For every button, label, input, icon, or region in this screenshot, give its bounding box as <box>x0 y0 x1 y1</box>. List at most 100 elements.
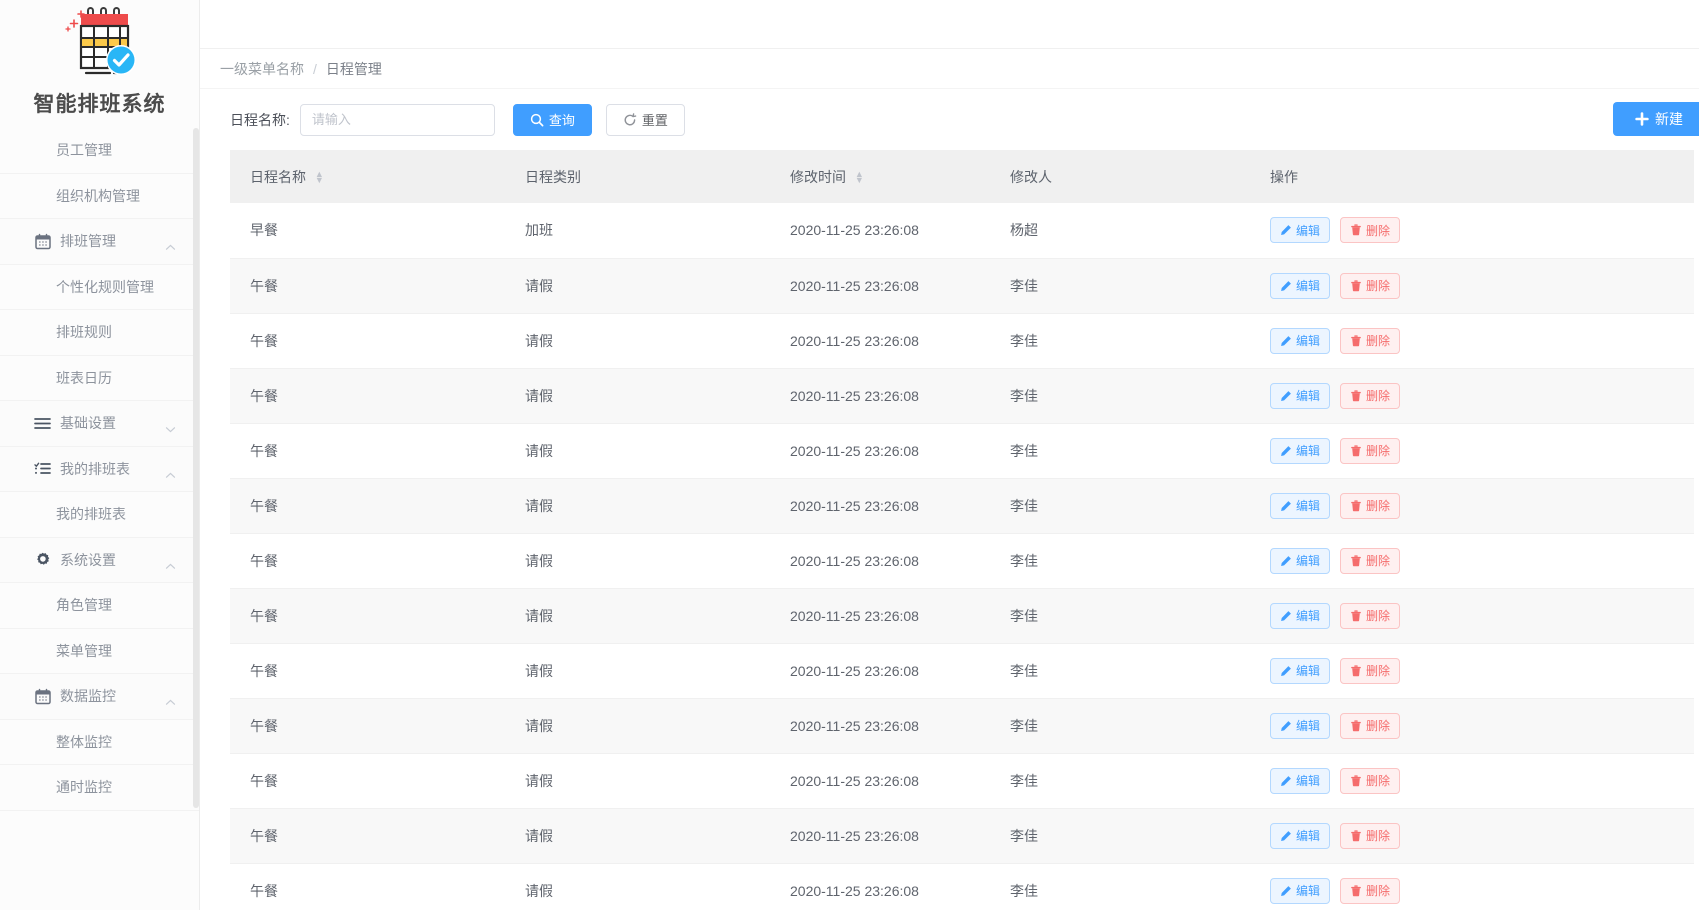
new-button[interactable]: 新建 <box>1613 102 1699 136</box>
sort-toggle-icon[interactable]: ▲ ▼ <box>855 169 864 184</box>
table-row: 午餐 请假 2020-11-25 23:26:08 李佳 编辑 删除 <box>230 258 1694 314</box>
delete-button[interactable]: 删除 <box>1340 437 1401 464</box>
cell-modified-time: 2020-11-25 23:26:08 <box>770 863 990 910</box>
table-row: 午餐 请假 2020-11-25 23:26:08 李佳 编辑 删除 <box>230 423 1694 479</box>
sidebar-item-menu-management[interactable]: 菜单管理 <box>0 628 199 674</box>
cell-schedule-category: 请假 <box>505 863 770 910</box>
delete-button[interactable]: 删除 <box>1340 272 1401 299</box>
delete-button[interactable]: 删除 <box>1340 602 1401 629</box>
breadcrumb-parent[interactable]: 一级菜单名称 <box>220 59 304 79</box>
sidebar-group-system-settings[interactable]: 系统设置 <box>0 537 199 583</box>
sidebar-item-shift-calendar[interactable]: 班表日历 <box>0 355 199 401</box>
delete-button[interactable]: 删除 <box>1340 877 1401 904</box>
pencil-icon <box>1280 885 1292 897</box>
edit-button[interactable]: 编辑 <box>1270 217 1331 244</box>
cell-modified-time: 2020-11-25 23:26:08 <box>770 533 990 589</box>
sidebar-item-role-management[interactable]: 角色管理 <box>0 583 199 629</box>
cell-schedule-category: 加班 <box>505 203 770 259</box>
delete-button-label: 删除 <box>1366 223 1391 238</box>
pencil-icon <box>1280 280 1292 292</box>
sidebar-item-label: 角色管理 <box>56 597 112 614</box>
delete-button[interactable]: 删除 <box>1340 547 1401 574</box>
cell-modifier: 李佳 <box>990 643 1250 699</box>
edit-button[interactable]: 编辑 <box>1270 767 1331 794</box>
reset-button[interactable]: 重置 <box>605 103 685 136</box>
chevron-up-icon[interactable] <box>164 469 177 482</box>
cell-schedule-category: 请假 <box>505 643 770 699</box>
delete-button[interactable]: 删除 <box>1340 712 1401 739</box>
sidebar-item-custom-rule-management[interactable]: 个性化规则管理 <box>0 264 199 310</box>
cell-modifier: 李佳 <box>990 478 1250 534</box>
schedule-table: 日程名称 ▲ ▼ 日程类别 修改时间 ▲ ▼ 修改人 操作 早餐 加班 2020… <box>230 150 1694 910</box>
sidebar-scrollbar[interactable] <box>193 128 199 808</box>
edit-button[interactable]: 编辑 <box>1270 712 1331 739</box>
edit-button[interactable]: 编辑 <box>1270 492 1331 519</box>
edit-button-label: 编辑 <box>1296 664 1321 678</box>
trash-icon <box>1350 224 1362 236</box>
cell-operations: 编辑 删除 <box>1250 203 1694 259</box>
column-header-name[interactable]: 日程名称 ▲ ▼ <box>230 150 505 203</box>
delete-button[interactable]: 删除 <box>1340 657 1401 684</box>
sidebar-item-org-management[interactable]: 组织机构管理 <box>0 173 199 219</box>
table-body: 早餐 加班 2020-11-25 23:26:08 杨超 编辑 删除 午餐 请假 2020-11… <box>230 203 1694 910</box>
edit-button[interactable]: 编辑 <box>1270 877 1331 904</box>
sidebar-item-employee-management[interactable]: 员工管理 <box>0 128 199 174</box>
edit-button[interactable]: 编辑 <box>1270 547 1331 574</box>
calendar-check-logo-icon <box>58 6 142 84</box>
delete-button[interactable]: 删除 <box>1340 822 1401 849</box>
sort-toggle-icon[interactable]: ▲ ▼ <box>315 169 324 184</box>
edit-button[interactable]: 编辑 <box>1270 272 1331 299</box>
sidebar-group-data-monitoring[interactable]: 数据监控 <box>0 674 199 720</box>
sidebar-item-realtime-monitoring[interactable]: 通时监控 <box>0 765 199 811</box>
edit-button-label: 编辑 <box>1296 554 1321 568</box>
edit-button[interactable]: 编辑 <box>1270 657 1331 684</box>
sidebar-item-overall-monitoring[interactable]: 整体监控 <box>0 719 199 765</box>
delete-button-label: 删除 <box>1366 444 1391 458</box>
column-header-label: 日程名称 <box>250 168 306 185</box>
chevron-up-icon[interactable] <box>164 696 177 709</box>
refresh-icon <box>623 112 637 127</box>
chevron-down-icon[interactable] <box>164 423 177 436</box>
delete-button-label: 删除 <box>1366 774 1391 788</box>
cell-modifier: 李佳 <box>990 698 1250 754</box>
sidebar-item-label: 菜单管理 <box>56 642 112 659</box>
sidebar-item-label: 通时监控 <box>56 779 112 796</box>
search-icon <box>530 113 544 127</box>
sidebar-menu: 员工管理 组织机构管理 排班管理 个性化规则管理 排班规则 班表日历 基础设置 … <box>0 128 199 811</box>
delete-button-label: 删除 <box>1366 554 1391 568</box>
cell-schedule-name: 午餐 <box>230 643 505 699</box>
trash-icon <box>1350 719 1362 732</box>
edit-button[interactable]: 编辑 <box>1270 602 1331 629</box>
column-header-modified-time[interactable]: 修改时间 ▲ ▼ <box>770 150 990 203</box>
search-button[interactable]: 查询 <box>512 103 592 136</box>
sidebar-group-my-schedule[interactable]: 我的排班表 <box>0 446 199 492</box>
cell-modified-time: 2020-11-25 23:26:08 <box>770 588 990 644</box>
edit-button[interactable]: 编辑 <box>1270 382 1331 409</box>
delete-button-label: 删除 <box>1366 609 1391 623</box>
sidebar-group-basic-settings[interactable]: 基础设置 <box>0 401 199 447</box>
schedule-name-input[interactable] <box>299 103 495 136</box>
delete-button[interactable]: 删除 <box>1340 382 1401 409</box>
delete-button[interactable]: 删除 <box>1340 327 1401 354</box>
sidebar-item-schedule-rule[interactable]: 排班规则 <box>0 310 199 356</box>
delete-button-label: 删除 <box>1366 389 1391 403</box>
edit-button-label: 编辑 <box>1296 884 1321 898</box>
delete-button[interactable]: 删除 <box>1340 767 1401 794</box>
edit-button[interactable]: 编辑 <box>1270 327 1331 354</box>
delete-button[interactable]: 删除 <box>1340 217 1401 244</box>
list-icon <box>34 415 51 432</box>
delete-button[interactable]: 删除 <box>1340 492 1401 519</box>
sidebar-group-schedule-management[interactable]: 排班管理 <box>0 219 199 265</box>
cell-operations: 编辑 删除 <box>1250 423 1694 479</box>
sidebar-item-label: 排班管理 <box>60 233 116 250</box>
chevron-up-icon[interactable] <box>164 560 177 573</box>
calendar-icon <box>34 233 51 250</box>
sidebar-item-my-schedule-table[interactable]: 我的排班表 <box>0 492 199 538</box>
edit-button[interactable]: 编辑 <box>1270 822 1331 849</box>
cell-modified-time: 2020-11-25 23:26:08 <box>770 423 990 479</box>
cell-operations: 编辑 删除 <box>1250 258 1694 314</box>
chevron-up-icon[interactable] <box>164 241 177 254</box>
edit-button[interactable]: 编辑 <box>1270 437 1331 464</box>
table-row: 午餐 请假 2020-11-25 23:26:08 李佳 编辑 删除 <box>230 313 1694 369</box>
edit-button-label: 编辑 <box>1296 444 1321 458</box>
